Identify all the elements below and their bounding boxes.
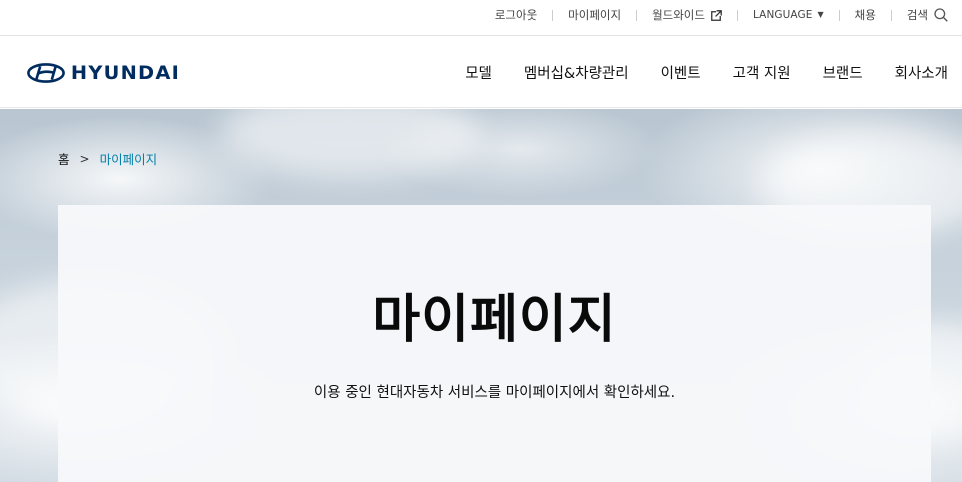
global-nav: 모델 멤버십&차량관리 이벤트 고객 지원 브랜드 회사소개 (465, 36, 948, 108)
breadcrumb-current[interactable]: 마이페이지 (100, 149, 158, 168)
divider (736, 9, 738, 21)
mypage-link[interactable]: 마이페이지 (568, 7, 621, 23)
search-icon (934, 8, 948, 22)
external-link-icon (711, 9, 722, 21)
divider (838, 9, 840, 21)
breadcrumb-separator: > (79, 151, 90, 166)
gnb-item-membership[interactable]: 멤버십&차량관리 (524, 62, 629, 83)
gnb-item-company[interactable]: 회사소개 (895, 62, 948, 83)
language-label: LANGUAGE (752, 9, 813, 21)
page-description: 이용 중인 현대자동차 서비스를 마이페이지에서 확인하세요. (313, 385, 676, 401)
caret-down-icon: ▼ (817, 9, 824, 19)
logout-link[interactable]: 로그아웃 (495, 7, 537, 23)
main-header: HYUNDAI 모델 멤버십&차량관리 이벤트 고객 지원 브랜드 회사소개 (0, 36, 962, 108)
gnb-item-support[interactable]: 고객 지원 (733, 62, 791, 83)
hero-section: 홈 > 마이페이지 마이페이지 이용 중인 현대자동차 서비스를 마이페이지에서… (0, 109, 962, 482)
gnb-item-events[interactable]: 이벤트 (661, 62, 701, 83)
divider (890, 9, 892, 21)
search-label: 검색 (906, 8, 928, 22)
gnb-item-brand[interactable]: 브랜드 (823, 62, 863, 83)
content-panel: 마이페이지 이용 중인 현대자동차 서비스를 마이페이지에서 확인하세요. (58, 205, 931, 482)
hyundai-emblem-icon (27, 63, 65, 83)
breadcrumb: 홈 > 마이페이지 (58, 149, 157, 168)
gnb-item-models[interactable]: 모델 (465, 62, 492, 83)
worldwide-label: 월드와이드 (652, 8, 705, 22)
utility-nav: 로그아웃 마이페이지 월드와이드 LANGUAGE ▼ 채용 검색 (495, 0, 948, 30)
recruit-link[interactable]: 채용 (855, 7, 876, 23)
page-title: 마이페이지 (372, 290, 617, 350)
divider (552, 9, 554, 21)
brand-wordmark: HYUNDAI (70, 62, 181, 84)
cloud-decoration (220, 109, 480, 179)
language-dropdown[interactable]: LANGUAGE ▼ (753, 9, 824, 21)
search-button[interactable]: 검색 (907, 7, 948, 23)
hyundai-logo[interactable]: HYUNDAI (27, 62, 179, 84)
breadcrumb-home[interactable]: 홈 (58, 149, 70, 168)
utility-bar: 로그아웃 마이페이지 월드와이드 LANGUAGE ▼ 채용 검색 (0, 0, 962, 36)
worldwide-link[interactable]: 월드와이드 (652, 7, 722, 23)
divider (636, 9, 638, 21)
